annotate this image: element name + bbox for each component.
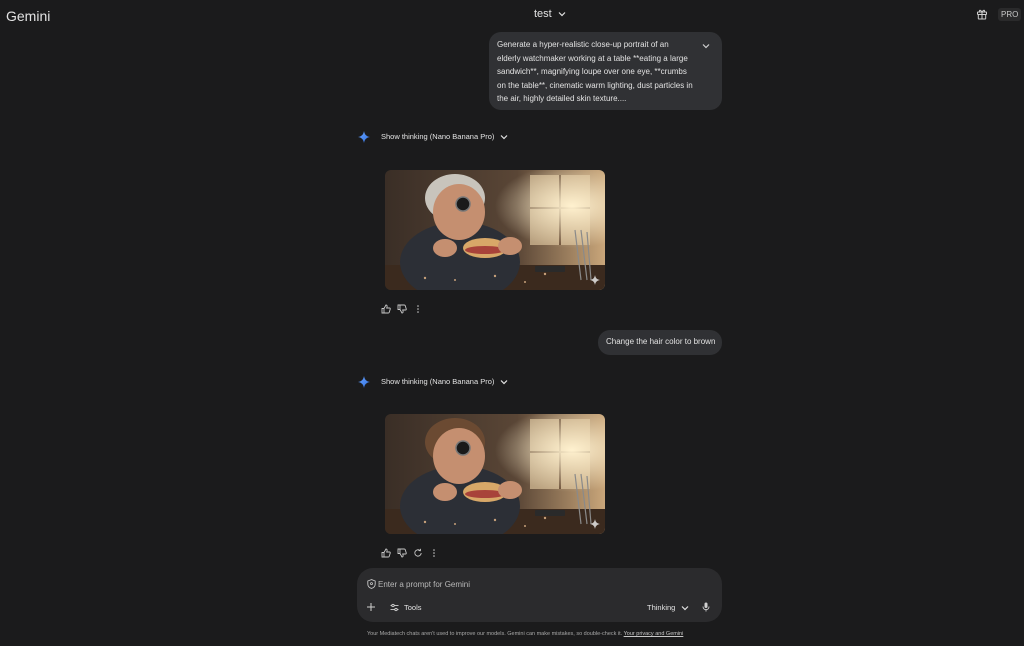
prompt-input[interactable] <box>378 578 638 590</box>
response-actions <box>381 304 423 314</box>
thumbs-down-icon[interactable] <box>397 304 407 314</box>
gift-icon[interactable] <box>976 8 988 20</box>
sparkle-icon <box>358 376 370 388</box>
sparkle-icon <box>358 131 370 143</box>
privacy-link[interactable]: Your privacy and Gemini <box>624 631 684 637</box>
tools-label: Tools <box>404 603 422 612</box>
generated-image[interactable] <box>385 170 605 290</box>
conversation-title: test <box>534 8 552 20</box>
thumbs-up-icon[interactable] <box>381 304 391 314</box>
image-sparkle-icon <box>590 519 600 529</box>
chevron-down-icon <box>500 134 508 139</box>
thinking-label: Show thinking (Nano Banana Pro) <box>381 132 495 141</box>
conversation-title-dropdown[interactable]: test <box>534 8 566 20</box>
user-message-text: Change the hair color to brown <box>606 337 716 346</box>
chevron-down-icon <box>558 12 566 17</box>
chevron-down-icon[interactable] <box>702 43 710 49</box>
thumbs-up-icon[interactable] <box>381 548 391 558</box>
more-vert-icon[interactable] <box>413 304 423 314</box>
generated-image[interactable] <box>385 414 605 534</box>
top-bar: Gemini test PRO <box>0 0 1024 28</box>
thumbs-down-icon[interactable] <box>397 548 407 558</box>
user-message: Generate a hyper-realistic close-up port… <box>489 32 722 110</box>
mode-selector[interactable]: Thinking <box>647 603 689 612</box>
prompt-composer <box>357 568 722 622</box>
footer-text: Your Mediatech chats aren't used to impr… <box>367 631 624 637</box>
image-sparkle-icon <box>590 275 600 285</box>
chevron-down-icon <box>500 379 508 384</box>
response-actions <box>381 548 439 558</box>
thinking-label: Show thinking (Nano Banana Pro) <box>381 377 495 386</box>
tools-button[interactable]: Tools <box>390 603 422 612</box>
more-vert-icon[interactable] <box>429 548 439 558</box>
refresh-icon[interactable] <box>413 548 423 558</box>
user-message-text: Generate a hyper-realistic close-up port… <box>497 40 693 103</box>
tools-icon <box>390 603 399 612</box>
brand-logo[interactable]: Gemini <box>6 8 50 24</box>
show-thinking-toggle[interactable]: Show thinking (Nano Banana Pro) <box>381 132 508 141</box>
show-thinking-toggle[interactable]: Show thinking (Nano Banana Pro) <box>381 377 508 386</box>
user-message: Change the hair color to brown <box>598 330 722 355</box>
mic-icon[interactable] <box>702 602 710 612</box>
footer-disclaimer: Your Mediatech chats aren't used to impr… <box>367 631 683 637</box>
pro-badge[interactable]: PRO <box>998 8 1022 21</box>
shield-icon <box>367 579 376 589</box>
chevron-down-icon <box>681 605 689 610</box>
mode-label: Thinking <box>647 603 676 612</box>
plus-icon[interactable] <box>366 602 376 612</box>
